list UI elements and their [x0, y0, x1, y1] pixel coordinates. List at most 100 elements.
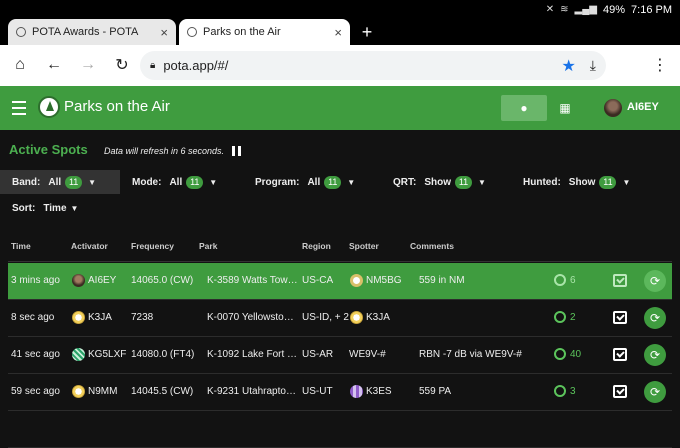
comment-check-icon[interactable] [613, 385, 627, 398]
column-header-spotter[interactable]: Spotter [349, 241, 379, 251]
table-row[interactable] [8, 411, 672, 448]
tab-pota-awards[interactable]: POTA Awards - POTA × [8, 19, 176, 45]
comment-check-icon[interactable] [613, 311, 627, 324]
refresh-icon: ⟳ [649, 348, 661, 362]
park-reference[interactable]: K-9231 Utahrapto… [207, 386, 299, 397]
spot-comment: 559 in NM [419, 275, 465, 286]
spotter-callsign[interactable]: WE9V-# [349, 349, 386, 360]
calendar-icon: ▦ [559, 101, 571, 115]
comment-check-icon[interactable] [613, 348, 627, 361]
column-header-activator[interactable]: Activator [71, 241, 108, 251]
activator-callsign[interactable]: KG5LXF [88, 349, 126, 360]
url-text[interactable]: pota.app/#/ [163, 58, 561, 73]
column-header-frequency[interactable]: Frequency [131, 241, 174, 251]
hunted-count[interactable]: 3 [554, 385, 576, 397]
spotter-avatar-icon [350, 274, 363, 287]
wifi-icon: ≋ [560, 4, 569, 15]
column-header-region[interactable]: Region [302, 241, 331, 251]
app-title: Parks on the Air [64, 98, 170, 115]
spot-frequency: 14065.0 (CW) [131, 275, 194, 286]
sort-filter[interactable]: Sort: Time ▼ [12, 196, 78, 220]
spot-region: US-AR [302, 349, 334, 360]
history-icon [554, 311, 566, 323]
menu-dots-icon[interactable]: ⋮ [648, 53, 672, 77]
park-reference[interactable]: K-1092 Lake Fort … [207, 349, 299, 360]
refresh-icon: ⟳ [649, 385, 661, 399]
spot-region: US-CA [302, 275, 334, 286]
spot-time: 8 sec ago [11, 312, 55, 323]
table-row[interactable]: 8 sec ago K3JA 7238 K-0070 Yellowsto… US… [8, 300, 672, 337]
spotter-callsign[interactable]: NM5BG [366, 275, 402, 286]
hunted-count[interactable]: 6 [554, 274, 576, 286]
tab-strip: POTA Awards - POTA × Parks on the Air × [0, 19, 680, 45]
column-header-time[interactable]: Time [11, 241, 31, 251]
reload-icon[interactable]: ↻ [110, 53, 134, 77]
home-icon[interactable]: ⌂ [8, 53, 32, 77]
history-icon [554, 348, 566, 360]
park-reference[interactable]: K-0070 Yellowsto… [207, 312, 299, 323]
respot-button[interactable]: ⟳ [644, 344, 666, 366]
spot-frequency: 14045.5 (CW) [131, 386, 194, 397]
qrt-filter[interactable]: QRT: Show 11 ▼ [393, 170, 486, 194]
hamburger-menu-icon[interactable] [12, 99, 26, 117]
spot-time: 3 mins ago [11, 275, 60, 286]
spotter-callsign[interactable]: K3JA [366, 312, 390, 323]
chevron-down-icon: ▼ [347, 177, 356, 187]
battery-level: 49% [603, 3, 626, 16]
refresh-icon: ⟳ [649, 274, 661, 288]
table-row[interactable]: 41 sec ago KG5LXF 14080.0 (FT4) K-1092 L… [8, 337, 672, 374]
respot-button[interactable]: ⟳ [644, 307, 666, 329]
respot-button[interactable]: ⟳ [644, 270, 666, 292]
refresh-icon: ⟳ [649, 311, 661, 325]
count-badge: 11 [599, 175, 617, 189]
history-icon [554, 274, 566, 286]
spot-region: US-UT [302, 386, 333, 397]
page-title: Active Spots [9, 142, 88, 157]
activator-callsign[interactable]: N9MM [88, 386, 117, 397]
column-header-comments[interactable]: Comments [410, 241, 454, 251]
pota-favicon-icon [16, 27, 26, 37]
activator-avatar-icon [72, 274, 85, 287]
respot-button[interactable]: ⟳ [644, 381, 666, 403]
pause-icon[interactable] [232, 146, 241, 156]
back-arrow-icon[interactable]: ← [42, 53, 66, 77]
map-pin-icon: ● [520, 101, 528, 115]
count-badge: 11 [65, 175, 83, 189]
tab-parks-on-the-air[interactable]: Parks on the Air × [179, 19, 350, 45]
new-tab-button[interactable]: + [358, 19, 376, 45]
map-pin-button[interactable]: ● [501, 95, 547, 121]
user-name[interactable]: AI6EY [627, 101, 659, 113]
chevron-down-icon: ▼ [478, 177, 486, 187]
spot-comment: RBN -7 dB via WE9V-# [419, 349, 522, 360]
forward-arrow-icon[interactable]: → [76, 53, 100, 77]
address-bar[interactable]: 🔒︎ pota.app/#/ ★ ⤓ [140, 51, 606, 80]
comment-check-icon[interactable] [613, 274, 627, 287]
mode-filter[interactable]: Mode: All 11 ▼ [132, 170, 217, 194]
close-icon[interactable]: × [334, 25, 342, 40]
activator-callsign[interactable]: K3JA [88, 312, 112, 323]
park-reference[interactable]: K-3589 Watts Tow… [207, 275, 299, 286]
lock-icon: 🔒︎ [150, 60, 156, 71]
spotter-callsign[interactable]: K3ES [366, 386, 392, 397]
app-header: Parks on the Air ● ▦ AI6EY [0, 86, 680, 130]
table-row[interactable]: 3 mins ago AI6EY 14065.0 (CW) K-3589 Wat… [8, 263, 672, 300]
download-icon[interactable]: ⤓ [590, 57, 596, 74]
spot-time: 41 sec ago [11, 349, 60, 360]
hunted-count[interactable]: 40 [554, 348, 581, 360]
signal-icon: ▂▄▆ [574, 4, 597, 15]
table-row[interactable]: 59 sec ago N9MM 14045.5 (CW) K-9231 Utah… [8, 374, 672, 411]
spotter-avatar-icon [350, 385, 363, 398]
band-filter[interactable]: Band: All 11 ▼ [0, 170, 120, 194]
column-header-park[interactable]: Park [199, 241, 217, 251]
close-icon[interactable]: × [160, 25, 168, 40]
calendar-button[interactable]: ▦ [550, 95, 580, 121]
browser-toolbar: ⌂ ← → ↻ 🔒︎ pota.app/#/ ★ ⤓ ⋮ [0, 45, 680, 86]
program-filter[interactable]: Program: All 11 ▼ [255, 170, 355, 194]
avatar[interactable] [604, 99, 622, 117]
bookmark-star-icon[interactable]: ★ [561, 56, 575, 76]
mute-icon: ✕ [545, 4, 555, 15]
hunted-filter[interactable]: Hunted: Show 11 ▼ [523, 170, 630, 194]
chevron-down-icon: ▼ [70, 203, 79, 213]
activator-callsign[interactable]: AI6EY [88, 275, 116, 286]
hunted-count[interactable]: 2 [554, 311, 576, 323]
